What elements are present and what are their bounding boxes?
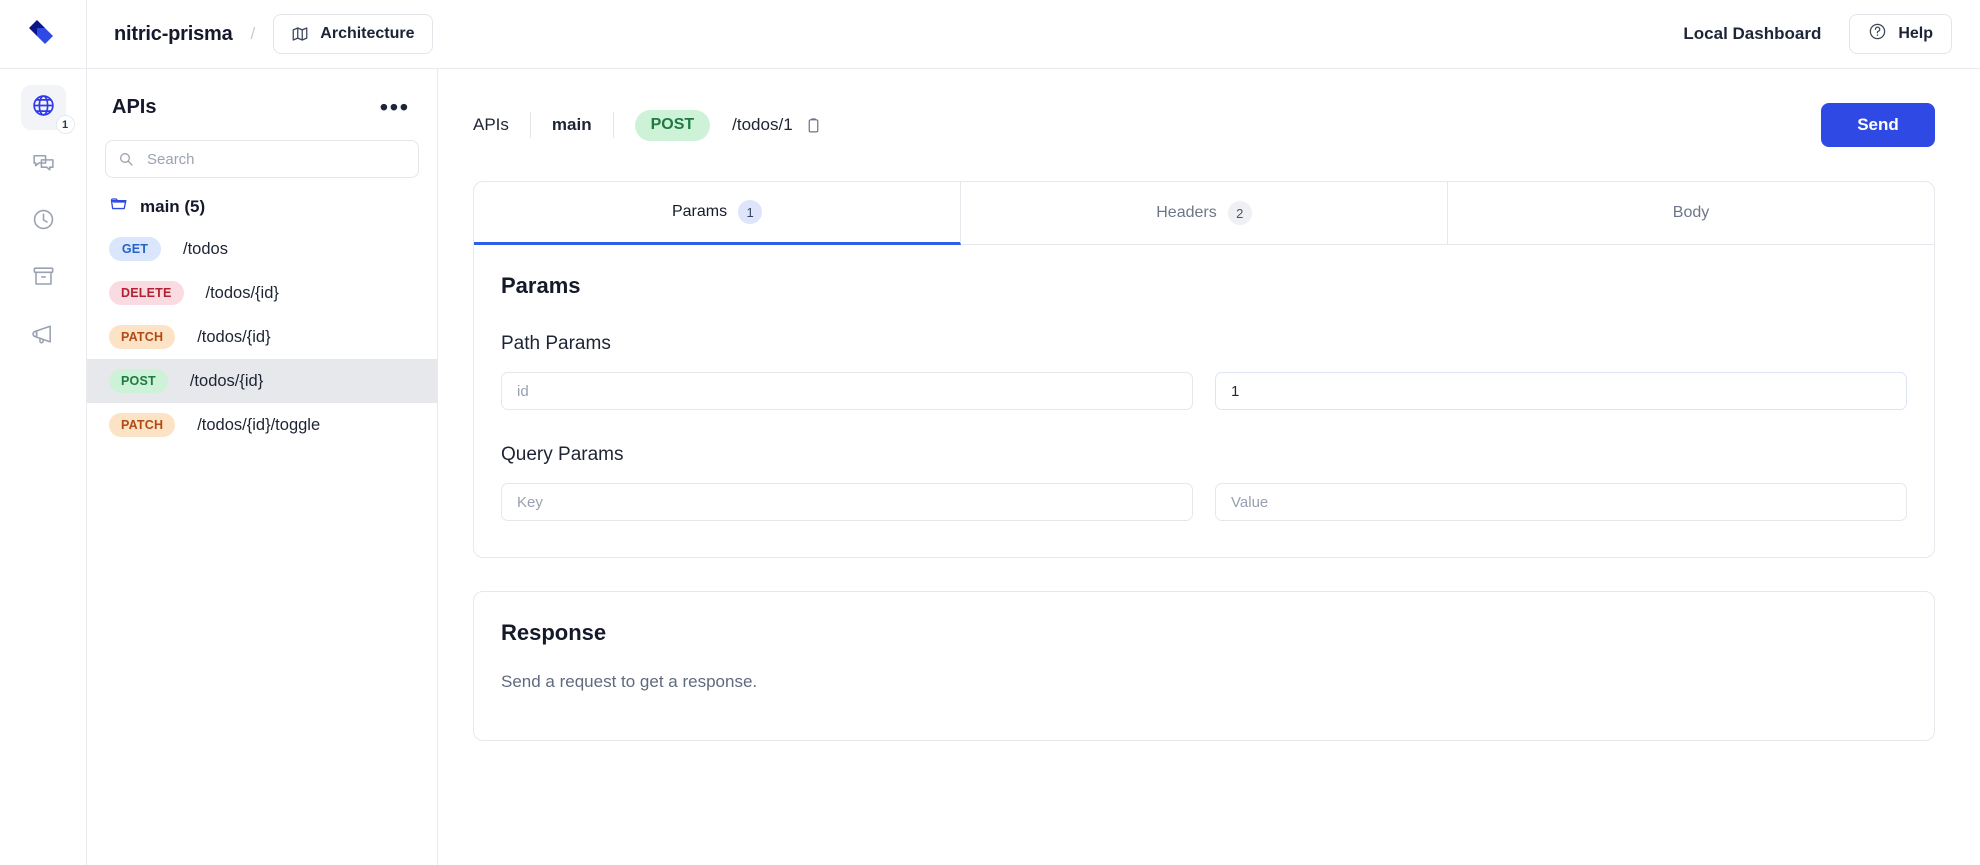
search-input[interactable]	[105, 140, 419, 178]
breadcrumb-separator: /	[251, 24, 256, 44]
architecture-button[interactable]: Architecture	[273, 14, 432, 54]
sidebar-title: APIs	[112, 96, 156, 119]
icon-rail: 1	[0, 69, 87, 865]
request-method-badge: POST	[635, 110, 711, 141]
project-name: nitric-prisma	[114, 23, 233, 46]
params-section-title: Params	[501, 273, 1907, 299]
tab-params[interactable]: Params 1	[474, 182, 961, 245]
main-panel: APIs main POST /todos/1 Send Params 1 He…	[438, 69, 1980, 865]
breadcrumb-divider	[530, 112, 531, 138]
endpoint-path: /todos	[183, 240, 228, 259]
method-badge: DELETE	[109, 281, 184, 305]
endpoint-path: /todos/{id}/toggle	[197, 416, 320, 435]
architecture-label: Architecture	[320, 25, 414, 43]
globe-icon	[31, 93, 56, 123]
question-circle-icon	[1868, 22, 1887, 46]
query-param-key-input[interactable]	[501, 483, 1193, 521]
clock-icon	[31, 207, 56, 237]
breadcrumb-divider	[613, 112, 614, 138]
rail-item-schedules[interactable]	[21, 199, 66, 244]
breadcrumb-api-name[interactable]: main	[552, 115, 592, 135]
path-params-row	[501, 372, 1907, 410]
endpoint-row-patch-todos-id-toggle[interactable]: PATCH /todos/{id}/toggle	[87, 403, 437, 447]
rail-item-storage[interactable]	[21, 256, 66, 301]
endpoint-row-delete-todos-id[interactable]: DELETE /todos/{id}	[87, 271, 437, 315]
top-bar: nitric-prisma / Architecture Local Dashb…	[0, 0, 1980, 69]
rail-item-apis[interactable]: 1	[21, 85, 66, 130]
clipboard-icon[interactable]	[805, 117, 822, 134]
nitric-logo	[25, 16, 61, 52]
request-bar: APIs main POST /todos/1 Send	[438, 69, 1980, 147]
tab-params-label: Params	[672, 203, 727, 221]
megaphone-icon	[31, 321, 56, 351]
endpoint-path: /todos/{id}	[190, 372, 263, 391]
query-params-row	[501, 483, 1907, 521]
endpoint-path: /todos/{id}	[206, 284, 279, 303]
breadcrumb-apis[interactable]: APIs	[473, 115, 509, 135]
endpoint-row-get-todos[interactable]: GET /todos	[87, 227, 437, 271]
chat-icon	[31, 150, 56, 180]
method-badge: PATCH	[109, 325, 175, 349]
endpoint-row-post-todos-id[interactable]: POST /todos/{id}	[87, 359, 437, 403]
archive-icon	[31, 264, 56, 294]
search-icon	[118, 151, 134, 167]
send-button[interactable]: Send	[1821, 103, 1935, 147]
endpoint-row-patch-todos-id[interactable]: PATCH /todos/{id}	[87, 315, 437, 359]
ellipsis-icon[interactable]: •••	[378, 95, 412, 119]
api-folder-main[interactable]: main (5)	[87, 178, 437, 227]
rail-badge-apis: 1	[56, 115, 75, 134]
path-param-key-input[interactable]	[501, 372, 1193, 410]
tab-headers-badge: 2	[1228, 201, 1252, 225]
local-dashboard-label: Local Dashboard	[1683, 24, 1821, 44]
sidebar-header: APIs •••	[87, 69, 437, 119]
tab-headers-label: Headers	[1156, 204, 1216, 222]
tab-headers[interactable]: Headers 2	[961, 182, 1448, 245]
help-button[interactable]: Help	[1849, 14, 1952, 54]
folder-icon	[109, 194, 129, 219]
path-params-title: Path Params	[501, 333, 1907, 355]
search-field-wrapper	[105, 140, 419, 178]
apis-sidebar: APIs ••• main (5) GET /todos DELETE /tod…	[87, 69, 438, 865]
response-card: Response Send a request to get a respons…	[473, 591, 1935, 741]
response-title: Response	[501, 620, 1907, 646]
query-params-title: Query Params	[501, 444, 1907, 466]
rail-item-websockets[interactable]	[21, 142, 66, 187]
help-label: Help	[1898, 25, 1933, 43]
tab-body[interactable]: Body	[1448, 182, 1934, 245]
method-badge: POST	[109, 369, 168, 393]
method-badge: PATCH	[109, 413, 175, 437]
tab-params-badge: 1	[738, 200, 762, 224]
path-param-value-input[interactable]	[1215, 372, 1907, 410]
request-url: /todos/1	[732, 115, 793, 135]
map-icon	[291, 25, 309, 43]
method-badge: GET	[109, 237, 161, 261]
tab-body-label: Body	[1673, 204, 1709, 222]
breadcrumb: nitric-prisma / Architecture	[87, 14, 433, 54]
response-empty-message: Send a request to get a response.	[501, 672, 1907, 692]
params-panel: Params Path Params Query Params	[474, 245, 1934, 557]
top-bar-right: Local Dashboard Help	[1683, 14, 1980, 54]
query-param-value-input[interactable]	[1215, 483, 1907, 521]
endpoint-path: /todos/{id}	[197, 328, 270, 347]
request-tabs: Params 1 Headers 2 Body	[474, 182, 1934, 245]
logo-cell[interactable]	[0, 0, 87, 69]
request-card: Params 1 Headers 2 Body Params Path Para…	[473, 181, 1935, 558]
api-folder-label: main (5)	[140, 197, 205, 217]
rail-item-topics[interactable]	[21, 313, 66, 358]
